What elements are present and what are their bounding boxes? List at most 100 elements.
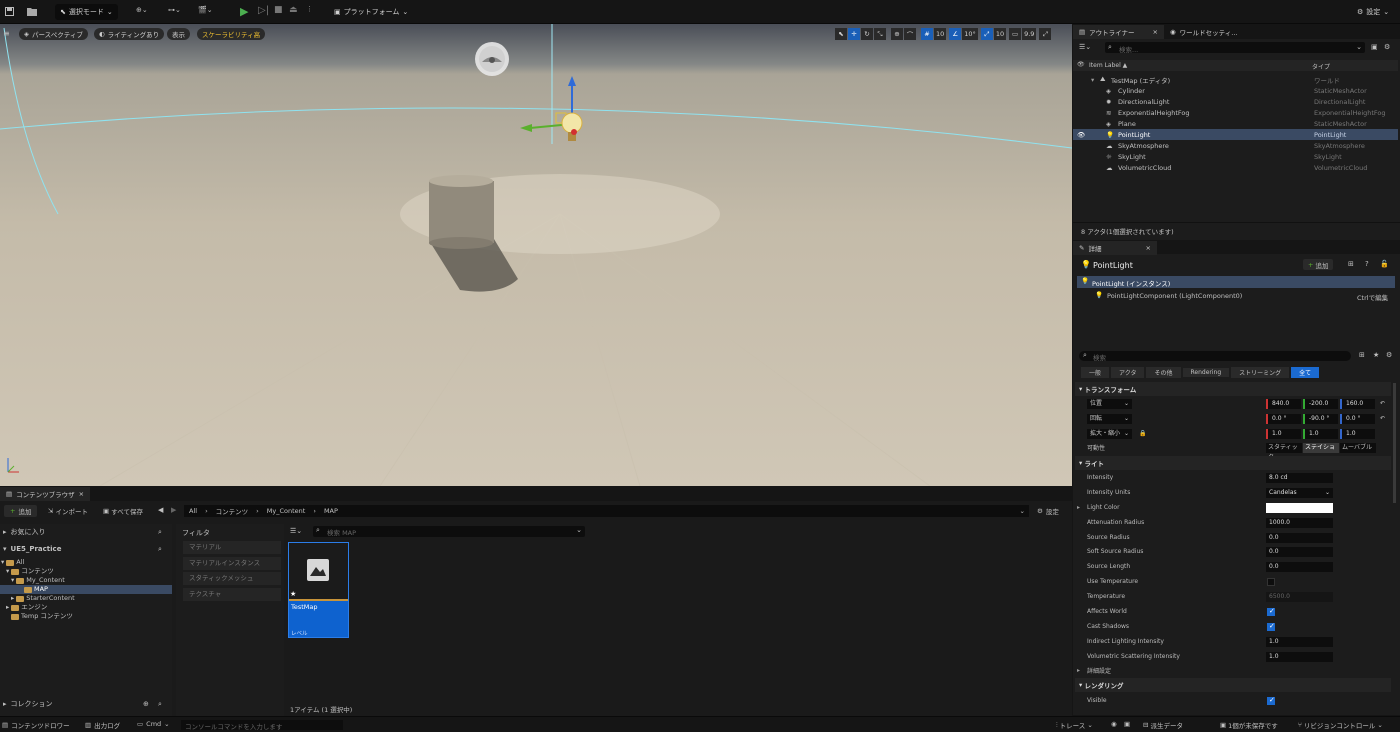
mobility-static[interactable]: スタティック <box>1266 442 1302 461</box>
breadcrumb-item[interactable]: My_Content <box>267 507 306 515</box>
derived-data-button[interactable]: ⊟ 派生データ <box>1143 720 1183 730</box>
gear-icon[interactable]: ⚙ <box>1384 43 1390 51</box>
tree-item-selected[interactable]: MAP <box>0 585 172 594</box>
location-z-field[interactable]: 160.0 <box>1340 398 1375 409</box>
rotation-y-field[interactable]: -90.0 ° <box>1303 413 1338 424</box>
skylight-gizmo-icon[interactable] <box>475 42 509 76</box>
indirect-lighting-field[interactable]: 1.0 <box>1266 636 1333 647</box>
level-viewport[interactable]: ≡ ◈ パースペクティブ ◐ ライティングあり 表示 スケーラビリティ高 ⬉ ✛… <box>0 24 1072 486</box>
camera-icon[interactable]: ◉ <box>1111 720 1117 728</box>
intensity-units-select[interactable]: Candelas ⌄ <box>1266 487 1333 498</box>
scale-y-field[interactable]: 1.0 <box>1303 428 1338 439</box>
scale-snap-value[interactable]: 10 <box>993 28 1007 40</box>
tree-item[interactable]: ▾ コンテンツ <box>6 567 54 576</box>
stop-icon[interactable]: ■ <box>274 5 283 15</box>
temperature-field[interactable]: 6500.0 <box>1266 591 1333 602</box>
cmd-selector[interactable]: ▭ Cmd ⌄ <box>137 720 170 728</box>
cast-shadows-checkbox[interactable] <box>1267 622 1275 631</box>
scalability-warning[interactable]: スケーラビリティ高 <box>197 28 266 40</box>
trace-button[interactable]: ⫶ トレース ⌄ <box>1056 720 1093 731</box>
more-icon[interactable]: ⋮ <box>306 5 313 13</box>
filter-texture[interactable]: テクスチャ <box>183 588 281 601</box>
outliner-row-selected[interactable]: 👁 💡 PointLight PointLight <box>1073 129 1398 140</box>
import-button[interactable]: ⇲ インポート <box>48 506 88 516</box>
tree-item[interactable]: ▾ My_Content <box>11 576 65 585</box>
rendering-section-header[interactable]: ▾ レンダリング <box>1075 678 1391 692</box>
platform-button[interactable]: ▣ プラットフォーム ⌄ <box>329 4 413 20</box>
blueprint-icon[interactable]: ⊞ <box>1348 260 1354 268</box>
tree-item[interactable]: ▸ StarterContent <box>11 594 75 603</box>
search-icon[interactable]: ⌕ <box>158 700 162 709</box>
select-tool-icon[interactable]: ⬉ <box>835 28 847 40</box>
tab-content-browser[interactable]: ▤ コンテンツブラウザ × <box>0 487 91 501</box>
lock-icon[interactable]: 🔒 <box>1139 430 1146 437</box>
soft-source-radius-field[interactable]: 0.0 <box>1266 546 1333 557</box>
tree-item[interactable]: Temp コンテンツ <box>11 612 73 621</box>
attenuation-field[interactable]: 1000.0 <box>1266 517 1333 528</box>
revision-control-button[interactable]: ⑂ リビジョンコントロール ⌄ <box>1298 720 1383 730</box>
settings-button[interactable]: ⚙ 設定 ⌄ <box>1352 4 1394 20</box>
rotation-snap-icon[interactable]: ∠ <box>949 28 962 40</box>
cinematics-icon[interactable]: 🎬⌄ <box>198 6 213 14</box>
filter-tab-rendering[interactable]: Rendering <box>1182 368 1230 377</box>
outliner-row[interactable]: ☁ VolumetricCloud VolumetricCloud <box>1073 162 1398 173</box>
filter-tab-streaming[interactable]: ストリーミング <box>1231 367 1290 378</box>
outliner-row[interactable]: ✹ DirectionalLight DirectionalLight <box>1073 96 1398 107</box>
filter-material-instance[interactable]: マテリアルインスタンス <box>183 557 281 570</box>
close-icon[interactable]: × <box>1153 28 1158 36</box>
rotate-tool-icon[interactable]: ↻ <box>861 28 873 40</box>
grid-snap-icon[interactable]: # <box>921 28 933 40</box>
lighting-button[interactable]: ◐ ライティングあり <box>94 28 165 40</box>
step-icon[interactable]: ▷| <box>258 5 269 16</box>
reset-icon[interactable]: ↶ <box>1380 400 1385 407</box>
outliner-row[interactable]: ◈ Plane StaticMeshActor <box>1073 118 1398 129</box>
visibility-icon[interactable]: 👁 <box>1077 131 1085 139</box>
rotation-dropdown[interactable]: 回転 ⌄ <box>1087 413 1132 424</box>
collections-header[interactable]: ▸ コレクション ⊕ ⌕ <box>0 698 172 710</box>
outliner-row[interactable]: ◈ Cylinder StaticMeshActor <box>1073 85 1398 96</box>
advanced-row[interactable]: ▸ 詳細設定 <box>1073 663 1391 678</box>
details-search-input[interactable]: ⌕ 検索 <box>1079 351 1351 362</box>
breadcrumb-item[interactable]: MAP <box>324 507 338 515</box>
gear-icon[interactable]: ⚙ <box>1386 351 1392 359</box>
move-tool-icon[interactable]: ✛ <box>848 28 860 40</box>
mode-selector[interactable]: ⬉ 選択モード ⌄ <box>55 4 118 20</box>
rotation-snap-value[interactable]: 10° <box>962 28 978 40</box>
content-drawer-button[interactable]: ▤ コンテンツドロワー <box>2 720 70 730</box>
search-icon[interactable]: ⌕ <box>158 528 162 537</box>
mobility-movable[interactable]: ムーバブル <box>1340 442 1376 453</box>
close-icon[interactable]: × <box>1145 244 1150 252</box>
outliner-row[interactable]: ≋ ExponentialHeightFog ExponentialHeight… <box>1073 107 1398 118</box>
filter-material[interactable]: マテリアル <box>183 541 281 554</box>
details-scrollbar[interactable] <box>1393 383 1396 503</box>
record-icon[interactable]: ▣ <box>1124 720 1130 728</box>
play-icon[interactable]: ▶ <box>240 5 248 18</box>
asset-search-input[interactable]: ⌕ 検索 MAP ⌄ <box>313 526 585 537</box>
close-icon[interactable]: × <box>79 490 84 498</box>
filter-tab-misc[interactable]: その他 <box>1146 367 1181 378</box>
outliner-row[interactable]: ☼ SkyLight SkyLight <box>1073 151 1398 162</box>
project-header[interactable]: ▾ UE5_Practice ⌕ <box>0 543 172 555</box>
star-icon[interactable]: ★ <box>1373 351 1379 359</box>
light-section-header[interactable]: ▾ ライト <box>1075 456 1391 470</box>
filter-tab-actor[interactable]: アクタ <box>1111 367 1145 378</box>
col-item-label[interactable]: Item Label ▲ <box>1089 62 1127 69</box>
scale-z-field[interactable]: 1.0 <box>1340 428 1375 439</box>
scale-tool-icon[interactable]: ⤡ <box>874 28 886 40</box>
save-icon[interactable] <box>4 5 14 17</box>
lock-icon[interactable]: 🔓 <box>1380 260 1389 268</box>
scale-x-field[interactable]: 1.0 <box>1266 428 1301 439</box>
tab-outliner[interactable]: ▤ アウトライナー × <box>1073 24 1164 39</box>
add-component-button[interactable]: + 追加 <box>1303 259 1334 270</box>
camera-speed-icon[interactable]: ▭ <box>1009 28 1022 40</box>
perspective-button[interactable]: ◈ パースペクティブ <box>19 28 88 40</box>
console-input[interactable]: コンソールコマンドを入力します <box>181 720 343 731</box>
output-log-button[interactable]: ▥ 出力ログ <box>85 720 120 730</box>
outliner-filter-button[interactable]: ☰⌄ <box>1079 43 1091 51</box>
outliner-row[interactable]: ☁ SkyAtmosphere SkyAtmosphere <box>1073 140 1398 151</box>
source-length-field[interactable]: 0.0 <box>1266 561 1333 572</box>
filter-static-mesh[interactable]: スタティックメッシュ <box>183 572 281 585</box>
asset-tile-testmap[interactable]: ★ TestMap レベル <box>288 542 349 638</box>
save-all-button[interactable]: ▣ すべて保存 <box>103 506 143 516</box>
component-row[interactable]: 💡 PointLightComponent (LightComponent0) … <box>1077 290 1395 302</box>
